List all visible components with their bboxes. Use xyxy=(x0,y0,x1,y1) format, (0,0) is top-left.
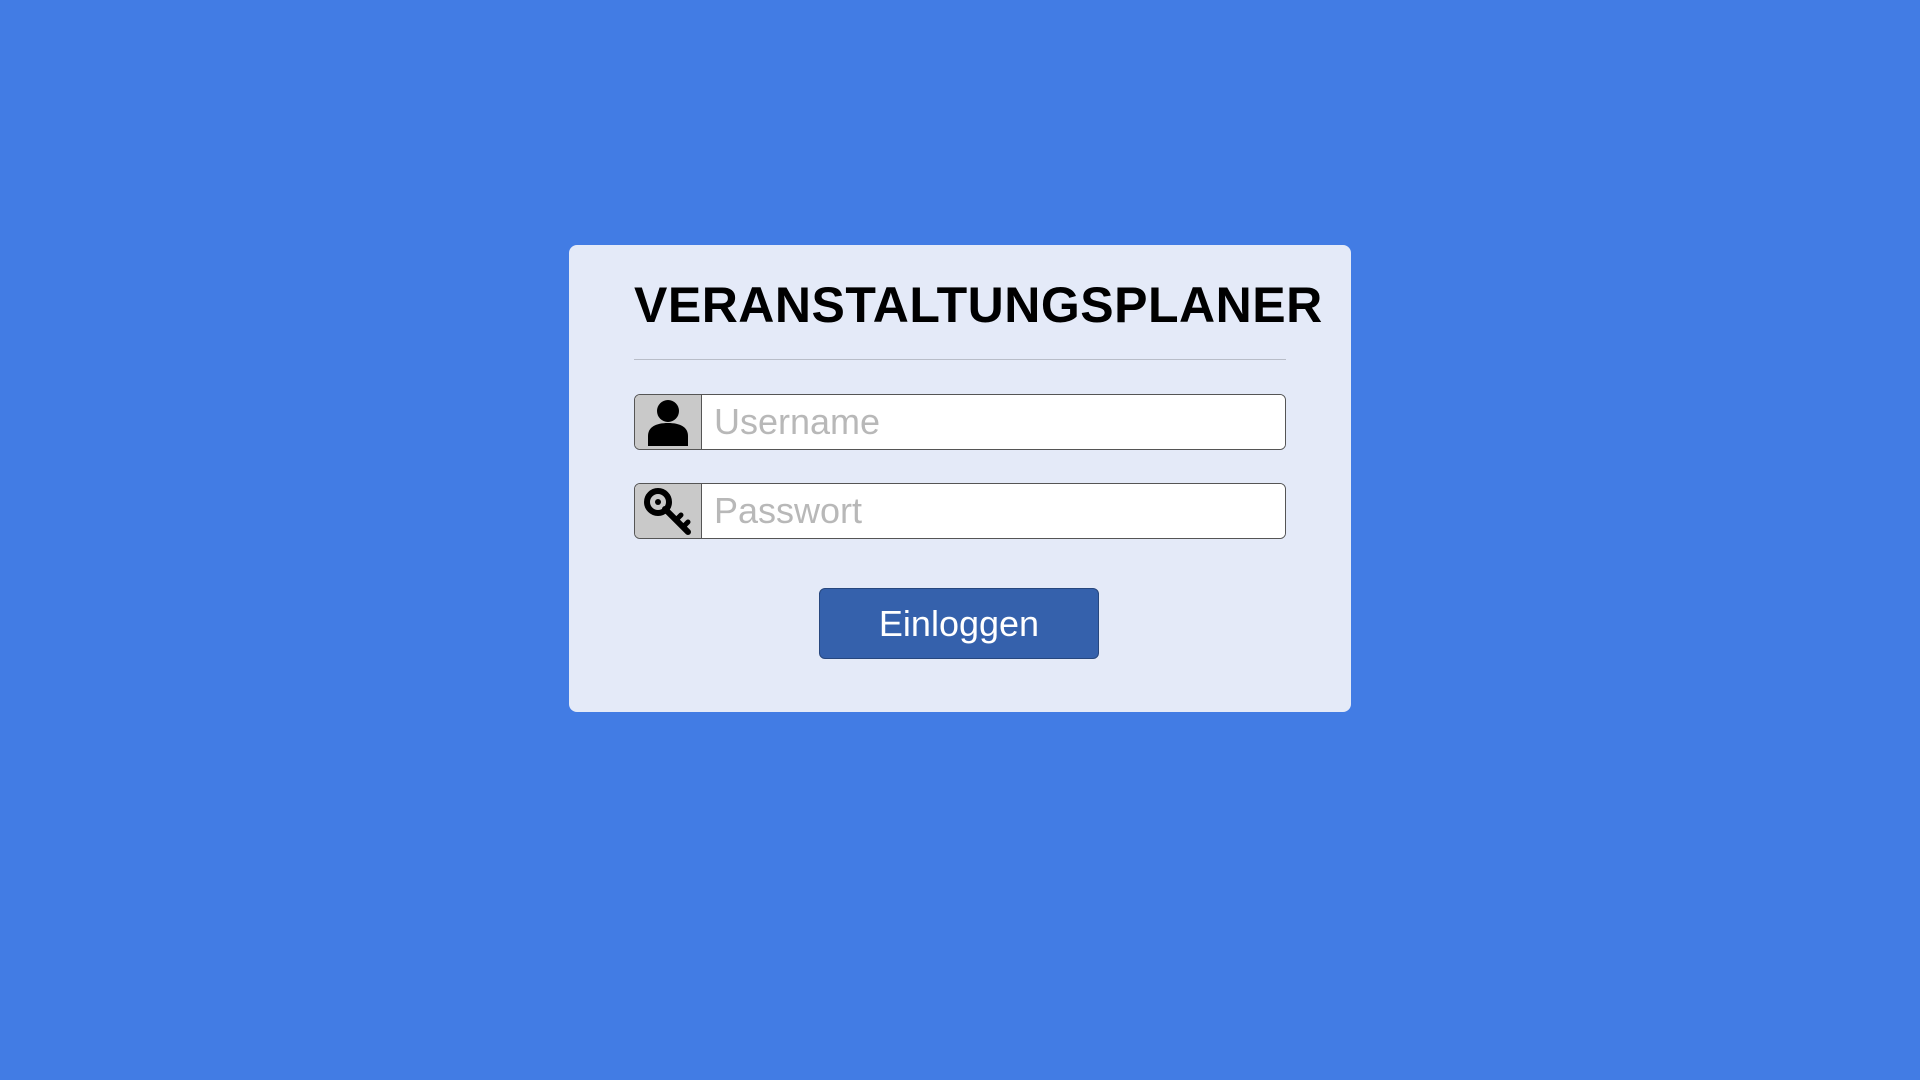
login-button[interactable]: Einloggen xyxy=(819,588,1099,659)
login-card: VERANSTALTUNGSPLANER Einloggen xyxy=(569,245,1351,712)
password-input[interactable] xyxy=(702,484,1285,538)
page-title: VERANSTALTUNGSPLANER xyxy=(634,277,1323,333)
password-field-group xyxy=(634,483,1286,539)
password-icon-box xyxy=(635,484,702,538)
title-divider xyxy=(634,359,1286,360)
username-icon-box xyxy=(635,395,702,449)
username-field-group xyxy=(634,394,1286,450)
username-input[interactable] xyxy=(702,395,1285,449)
user-icon xyxy=(648,400,688,446)
key-icon xyxy=(644,488,691,535)
